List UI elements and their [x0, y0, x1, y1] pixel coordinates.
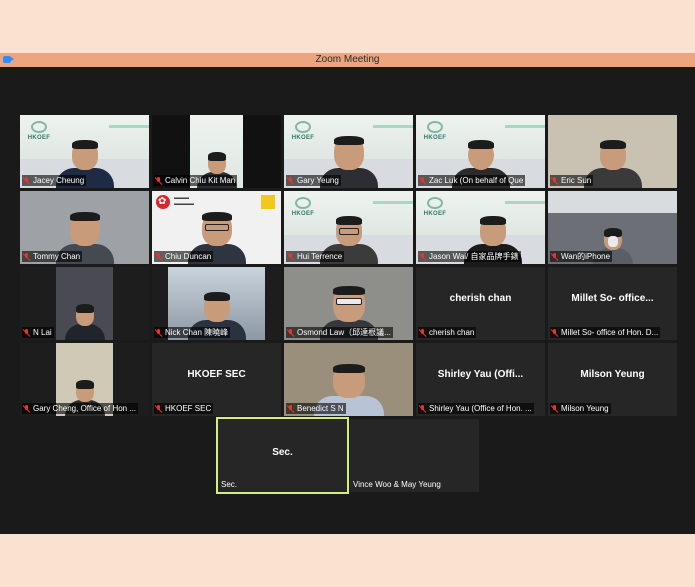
mic-muted-icon — [155, 176, 162, 185]
poster-icon — [261, 195, 275, 209]
video-tile-active-speaker[interactable]: Sec. Sec. — [216, 417, 349, 494]
participant-name-card: Sec. — [272, 447, 293, 458]
participant-name: Eric Sun — [550, 175, 594, 186]
video-tile[interactable]: Osmond Law（邱達根議... — [284, 267, 413, 340]
video-tile[interactable]: HKOEF Hui Terrence — [284, 191, 413, 264]
mic-muted-icon — [155, 404, 162, 413]
mic-muted-icon — [23, 176, 30, 185]
participant-name: Tommy Chan — [22, 251, 83, 262]
video-tile[interactable]: HKOEF Zac Luk (On behalf of Que — [416, 115, 545, 188]
mic-muted-icon — [551, 404, 558, 413]
mic-muted-icon — [155, 252, 162, 261]
video-tile[interactable]: ▬▬▬▬▬▬▬ Chiu Duncan — [152, 191, 281, 264]
mic-muted-icon — [419, 404, 426, 413]
video-tile[interactable]: HKOEF Jacey Cheung — [20, 115, 149, 188]
video-tile[interactable]: Millet So- office... Millet So- office o… — [548, 267, 677, 340]
participant-name: Chiu Duncan — [154, 251, 214, 262]
video-tile[interactable]: Gary Cheng, Office of Hon ... — [20, 343, 149, 416]
mic-muted-icon — [551, 328, 558, 337]
mic-muted-icon — [419, 176, 426, 185]
mic-muted-icon — [419, 252, 426, 261]
video-tile[interactable]: Tommy Chan — [20, 191, 149, 264]
mic-muted-icon — [155, 328, 162, 337]
hkoef-logo-icon: HKOEF — [290, 197, 316, 223]
mic-muted-icon — [551, 252, 558, 261]
mic-muted-icon — [287, 404, 294, 413]
video-tile[interactable]: cherish chan cherish chan — [416, 267, 545, 340]
participant-name: Sec. — [221, 480, 238, 489]
participant-name: Vince Woo & May Yeung — [353, 480, 441, 489]
participant-name-card: Shirley Yau (Offi... — [437, 369, 524, 380]
hkoef-logo-icon: HKOEF — [26, 121, 52, 147]
hkoef-logo-icon: HKOEF — [290, 121, 316, 147]
mic-muted-icon — [23, 252, 30, 261]
participant-name-card: Millet So- office... — [571, 293, 654, 304]
participant-name: Shirley Yau (Office of Hon. ... — [418, 403, 534, 414]
participant-name-card: cherish chan — [449, 293, 512, 304]
participant-name-card: Milson Yeung — [580, 369, 645, 380]
participant-name: Calvin Chiu Kit Man — [154, 175, 238, 186]
participant-name: Jason Wai/ 自家品牌手錶 — [418, 251, 521, 262]
participant-name: Jacey Cheung — [22, 175, 87, 186]
mic-muted-icon — [287, 176, 294, 185]
video-tile[interactable]: N Lai — [20, 267, 149, 340]
video-tile[interactable]: HKOEF Gary Yeung — [284, 115, 413, 188]
participant-name-card: HKOEF SEC — [187, 369, 246, 380]
participant-name: Nick Chan 陳曉峰 — [154, 327, 231, 338]
video-tile[interactable]: Nick Chan 陳曉峰 — [152, 267, 281, 340]
video-tile[interactable]: Vince Woo & May Yeung — [350, 419, 479, 492]
video-tile[interactable]: Milson Yeung Milson Yeung — [548, 343, 677, 416]
participant-name: Gary Yeung — [286, 175, 341, 186]
participant-name: Gary Cheng, Office of Hon ... — [22, 403, 139, 414]
window-title: Zoom Meeting — [315, 54, 380, 65]
video-tile[interactable]: Wan的iPhone — [548, 191, 677, 264]
video-tile[interactable]: HKOEF Jason Wai/ 自家品牌手錶 — [416, 191, 545, 264]
video-tile[interactable]: Calvin Chiu Kit Man — [152, 115, 281, 188]
participant-name: Zac Luk (On behalf of Que — [418, 175, 526, 186]
participant-name: Wan的iPhone — [550, 251, 613, 262]
government-logo-icon: ▬▬▬ ▬▬▬▬ — [174, 195, 194, 207]
mic-muted-icon — [551, 176, 558, 185]
mic-muted-icon — [23, 328, 30, 337]
video-tile[interactable]: Benedict S N — [284, 343, 413, 416]
mic-muted-icon — [23, 404, 30, 413]
participant-name: HKOEF SEC — [154, 403, 214, 414]
participant-name: Benedict S N — [286, 403, 346, 414]
video-tile[interactable]: Eric Sun — [548, 115, 677, 188]
zoom-window: Zoom Meeting HKOEF Jacey Cheung Calvin C… — [0, 53, 695, 534]
mic-muted-icon — [419, 328, 426, 337]
hksar-emblem-icon — [156, 195, 170, 209]
video-tile[interactable]: HKOEF SEC HKOEF SEC — [152, 343, 281, 416]
video-tile[interactable]: Shirley Yau (Offi... Shirley Yau (Office… — [416, 343, 545, 416]
participant-name: Millet So- office of Hon. D... — [550, 327, 661, 338]
mic-muted-icon — [287, 252, 294, 261]
hkoef-logo-icon: HKOEF — [422, 197, 448, 223]
hkoef-logo-icon: HKOEF — [422, 121, 448, 147]
mic-muted-icon — [287, 328, 294, 337]
participant-name: Milson Yeung — [550, 403, 611, 414]
participant-name: cherish chan — [418, 327, 477, 338]
participant-name: N Lai — [22, 327, 54, 338]
title-bar[interactable]: Zoom Meeting — [0, 53, 695, 67]
participant-name: Hui Terrence — [286, 251, 345, 262]
participant-name: Osmond Law（邱達根議... — [286, 327, 393, 338]
